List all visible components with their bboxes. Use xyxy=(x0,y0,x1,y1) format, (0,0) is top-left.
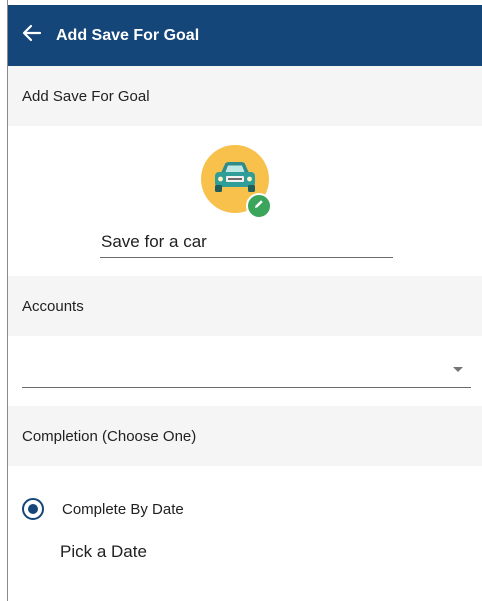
section-header-goal: Add Save For Goal xyxy=(8,66,482,126)
pencil-icon xyxy=(253,197,265,215)
pick-date-button[interactable]: Pick a Date xyxy=(60,542,147,562)
app-bar: Add Save For Goal xyxy=(8,5,482,66)
arrow-left-icon xyxy=(22,23,42,48)
radio-complete-by-date[interactable]: Complete By Date xyxy=(22,494,184,524)
caret-down-icon xyxy=(453,367,463,372)
back-button[interactable] xyxy=(10,14,54,58)
left-border xyxy=(7,0,8,601)
screen: Add Save For Goal Add Save For Goal Save… xyxy=(0,0,482,601)
page-title: Add Save For Goal xyxy=(56,26,200,44)
radio-dot xyxy=(28,504,38,514)
section-header-accounts: Accounts xyxy=(8,276,482,336)
section-header-completion: Completion (Choose One) xyxy=(8,406,482,466)
radio-button-icon xyxy=(22,498,44,520)
radio-label: Complete By Date xyxy=(62,500,184,518)
goal-name-input[interactable] xyxy=(100,226,393,258)
edit-goal-icon-button[interactable] xyxy=(246,193,272,219)
accounts-dropdown[interactable] xyxy=(22,350,471,388)
